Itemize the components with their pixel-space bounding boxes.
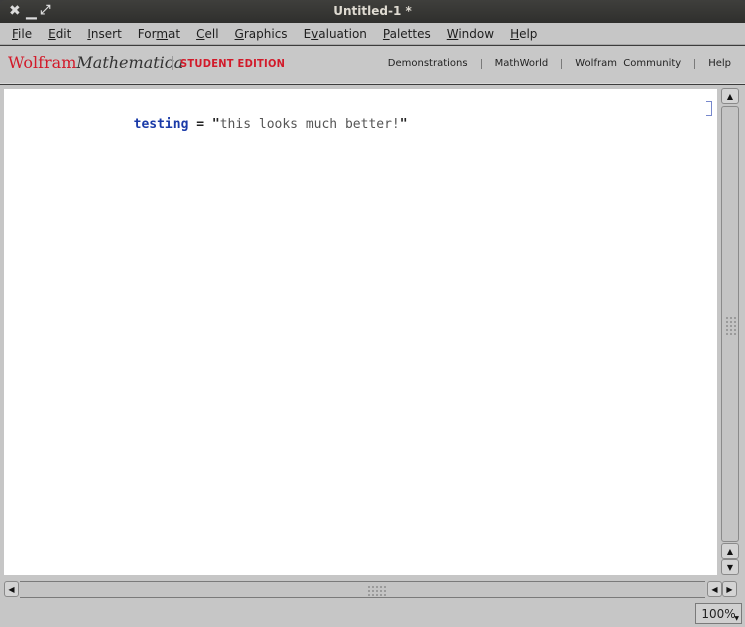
window-title: Untitled-1 * <box>333 4 412 18</box>
notebook-area[interactable]: testing = "this looks much better!" <box>4 89 717 575</box>
menu-cell[interactable]: Cell <box>188 24 226 44</box>
vertical-scrollbar[interactable]: ▲ ▲ ▼ <box>721 88 741 575</box>
link-help[interactable]: Help <box>708 58 731 69</box>
menu-edit[interactable]: Edit <box>40 24 79 44</box>
brand-divider <box>172 56 173 70</box>
scroll-up-button-lower[interactable]: ▲ <box>721 543 739 559</box>
grip-icon <box>368 586 386 596</box>
arrow-left-icon: ◀ <box>711 584 718 594</box>
menu-help[interactable]: Help <box>502 24 545 44</box>
arrow-left-icon: ◀ <box>8 584 15 594</box>
menu-file[interactable]: File <box>4 24 40 44</box>
scroll-left-button[interactable]: ◀ <box>4 581 19 597</box>
student-edition-label: STUDENT EDITION <box>180 57 286 70</box>
link-wolfram-community[interactable]: Wolfram Community <box>575 58 681 69</box>
link-demonstrations[interactable]: Demonstrations <box>388 58 468 69</box>
scroll-down-button[interactable]: ▼ <box>721 559 739 575</box>
menu-evaluation[interactable]: Evaluation <box>296 24 375 44</box>
wolfram-mathematica-logo[interactable]: WolframMathematica <box>8 54 183 72</box>
brand-mathematica: Mathematica <box>76 53 184 72</box>
chevron-down-icon: ▼ <box>734 615 739 622</box>
input-cell[interactable]: testing = "this looks much better!" <box>71 102 408 147</box>
arrow-up-icon: ▲ <box>726 546 734 556</box>
grip-icon <box>726 317 736 335</box>
wolfram-banner: WolframMathematica STUDENT EDITION Demon… <box>0 46 745 84</box>
menu-bar: File Edit Insert Format Cell Graphics Evaluati… <box>0 23 745 45</box>
mathematica-window: ✖ ▁ ⤢ Untitled-1 * File Edit Insert Format C… <box>0 0 745 627</box>
arrow-right-icon: ▶ <box>726 584 733 594</box>
banner-links: Demonstrations MathWorld Wolfram Communi… <box>388 58 731 69</box>
title-bar: ✖ ▁ ⤢ Untitled-1 * <box>0 0 745 23</box>
menu-window[interactable]: Window <box>439 24 502 44</box>
notebook-frame: testing = "this looks much better!" <box>0 85 745 627</box>
cell-operator: = <box>188 117 212 132</box>
link-divider <box>561 58 563 69</box>
scroll-right-button[interactable]: ▶ <box>722 581 737 597</box>
menu-format[interactable]: Format <box>130 24 188 44</box>
cell-string: this looks much better! <box>219 117 400 132</box>
menu-insert[interactable]: Insert <box>79 24 129 44</box>
cell-close-quote: " <box>399 117 408 132</box>
horizontal-scroll-thumb[interactable] <box>20 581 705 598</box>
arrow-up-icon: ▲ <box>726 91 734 101</box>
cell-open-quote: " <box>211 117 220 132</box>
cell-bracket[interactable] <box>706 101 712 116</box>
horizontal-scrollbar[interactable]: ◀ ◀ ▶ <box>4 581 737 599</box>
zoom-level-selector[interactable]: 100% ▼ <box>695 603 742 624</box>
link-mathworld[interactable]: MathWorld <box>495 58 549 69</box>
menu-palettes[interactable]: Palettes <box>375 24 439 44</box>
menu-graphics[interactable]: Graphics <box>227 24 296 44</box>
link-divider <box>480 58 482 69</box>
link-divider <box>694 58 696 69</box>
vertical-scroll-thumb[interactable] <box>721 106 739 542</box>
arrow-down-icon: ▼ <box>726 562 734 572</box>
zoom-level-value: 100% <box>701 606 736 621</box>
brand-wolfram: Wolfram <box>8 53 77 72</box>
scroll-left-button-right[interactable]: ◀ <box>707 581 722 597</box>
scroll-up-button[interactable]: ▲ <box>721 88 739 104</box>
cell-variable: testing <box>133 117 189 132</box>
